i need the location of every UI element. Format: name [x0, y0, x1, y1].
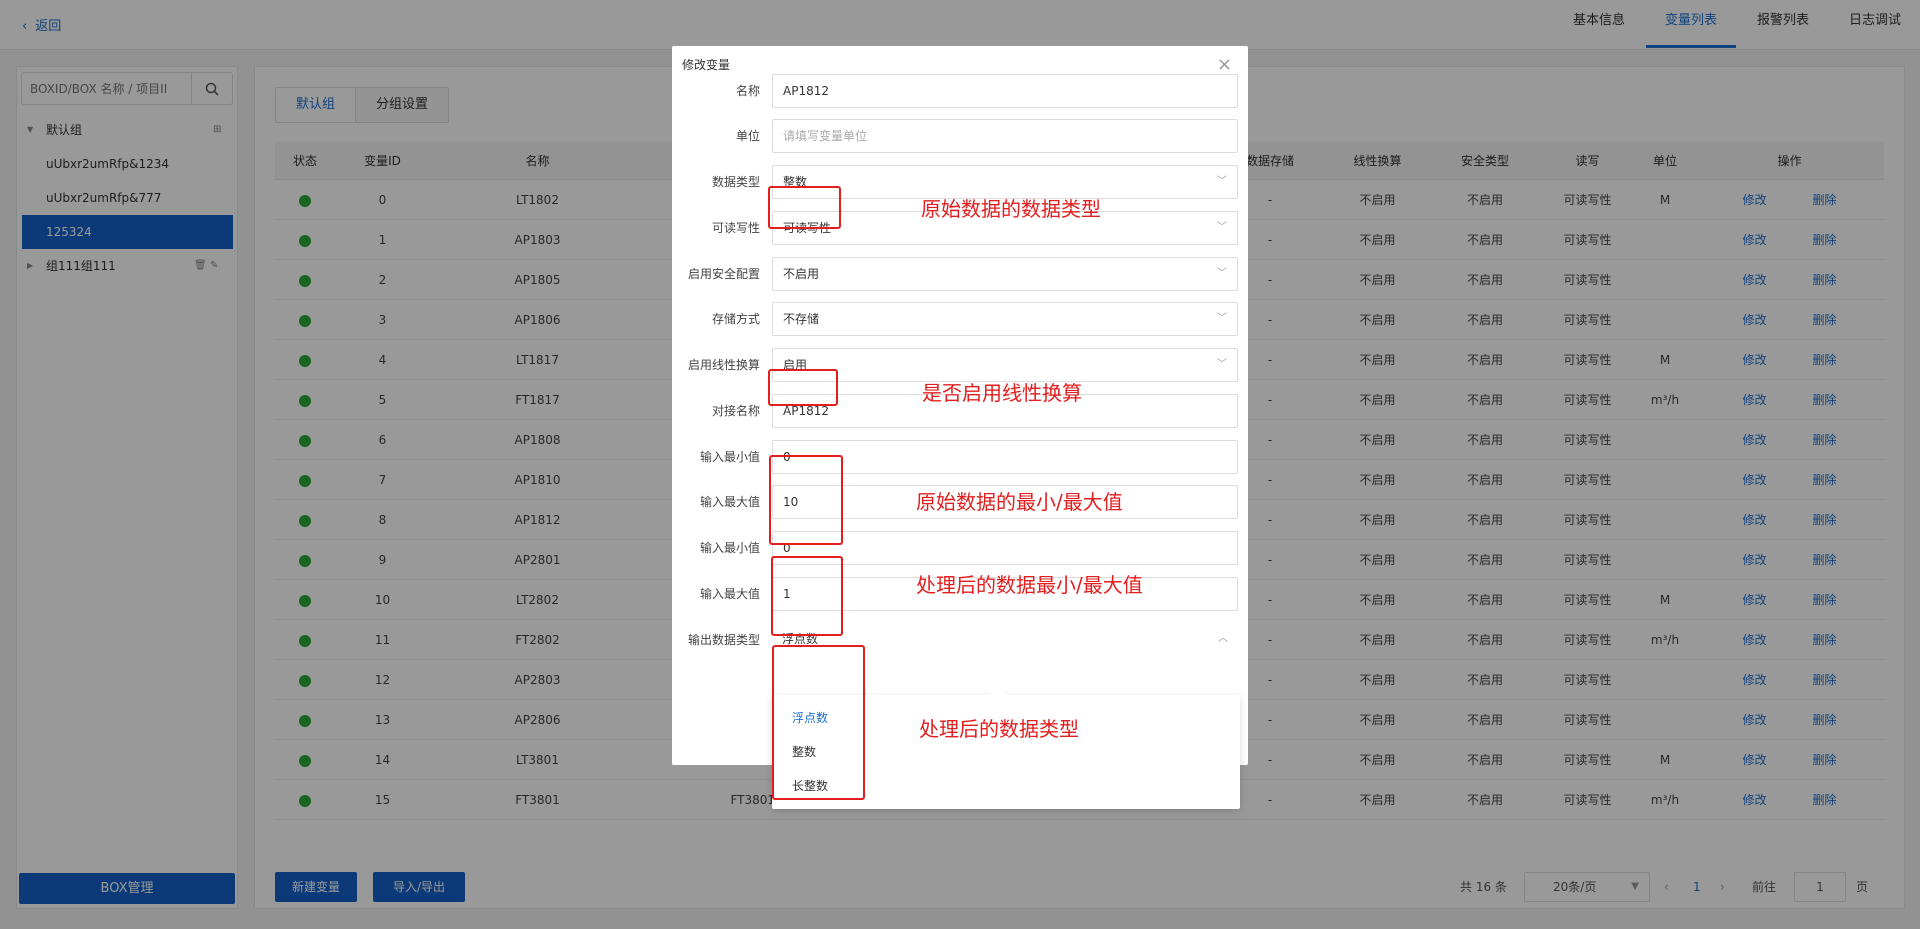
field-value: 不启用: [783, 267, 820, 281]
annotation-text: 处理后的数据类型: [919, 717, 1079, 741]
field-input[interactable]: AP1812: [772, 74, 1238, 108]
field-label: 启用线性换算: [687, 358, 760, 372]
chevron-down-icon: ﹀: [1217, 176, 1227, 187]
chevron-down-icon: ﹀: [1217, 359, 1227, 370]
chevron-up-icon: ︿: [1218, 633, 1228, 644]
field-label: 输出数据类型: [687, 633, 760, 647]
field-label: 名称: [735, 84, 760, 98]
field-select[interactable]: 不存储 ﹀: [772, 302, 1238, 336]
field-input[interactable]: 请填写变量单位: [772, 119, 1238, 153]
field-value: 不存储: [783, 312, 820, 326]
annotation-text: 原始数据的最小/最大值: [916, 490, 1123, 514]
field-value: AP1812: [783, 404, 829, 418]
annotation-text: 原始数据的数据类型: [921, 197, 1101, 221]
annotation-box: [771, 556, 843, 636]
annotation-text: 处理后的数据最小/最大值: [916, 573, 1143, 597]
chevron-down-icon: ﹀: [1217, 222, 1227, 233]
annotation-box: [768, 369, 838, 406]
field-label: 存储方式: [711, 312, 760, 326]
field-value: 请填写变量单位: [783, 129, 868, 143]
field-label: 可读写性: [711, 221, 760, 235]
close-icon[interactable]: ×: [1217, 54, 1232, 75]
annotation-text: 是否启用线性换算: [922, 381, 1082, 405]
chevron-down-icon: ﹀: [1217, 313, 1227, 324]
field-label: 单位: [735, 129, 760, 143]
field-label: 输入最小值: [699, 450, 760, 464]
annotation-box: [769, 455, 843, 545]
field-select[interactable]: 不启用 ﹀: [772, 257, 1238, 291]
annotation-box: [768, 186, 841, 229]
form-row: 输出数据类型 浮点数 ︿: [672, 622, 1248, 658]
dialog-title: 修改变量: [682, 58, 731, 72]
form-row: 单位 请填写变量单位: [672, 118, 1248, 154]
form-row: 存储方式 不存储 ﹀: [672, 301, 1248, 337]
field-label: 输入最小值: [699, 541, 760, 555]
field-value: AP1812: [783, 84, 829, 98]
field-label: 输入最大值: [699, 587, 760, 601]
field-label: 对接名称: [711, 404, 760, 418]
annotation-box: [772, 645, 865, 800]
field-label: 启用安全配置: [687, 267, 760, 281]
form-row: 输入最小值 0: [672, 439, 1248, 475]
field-label: 输入最大值: [699, 495, 760, 509]
form-row: 名称 AP1812: [672, 73, 1248, 109]
field-label: 数据类型: [711, 175, 760, 189]
form-row: 启用安全配置 不启用 ﹀: [672, 256, 1248, 292]
chevron-down-icon: ﹀: [1217, 268, 1227, 279]
form-row: 输入最小值 0: [672, 530, 1248, 566]
